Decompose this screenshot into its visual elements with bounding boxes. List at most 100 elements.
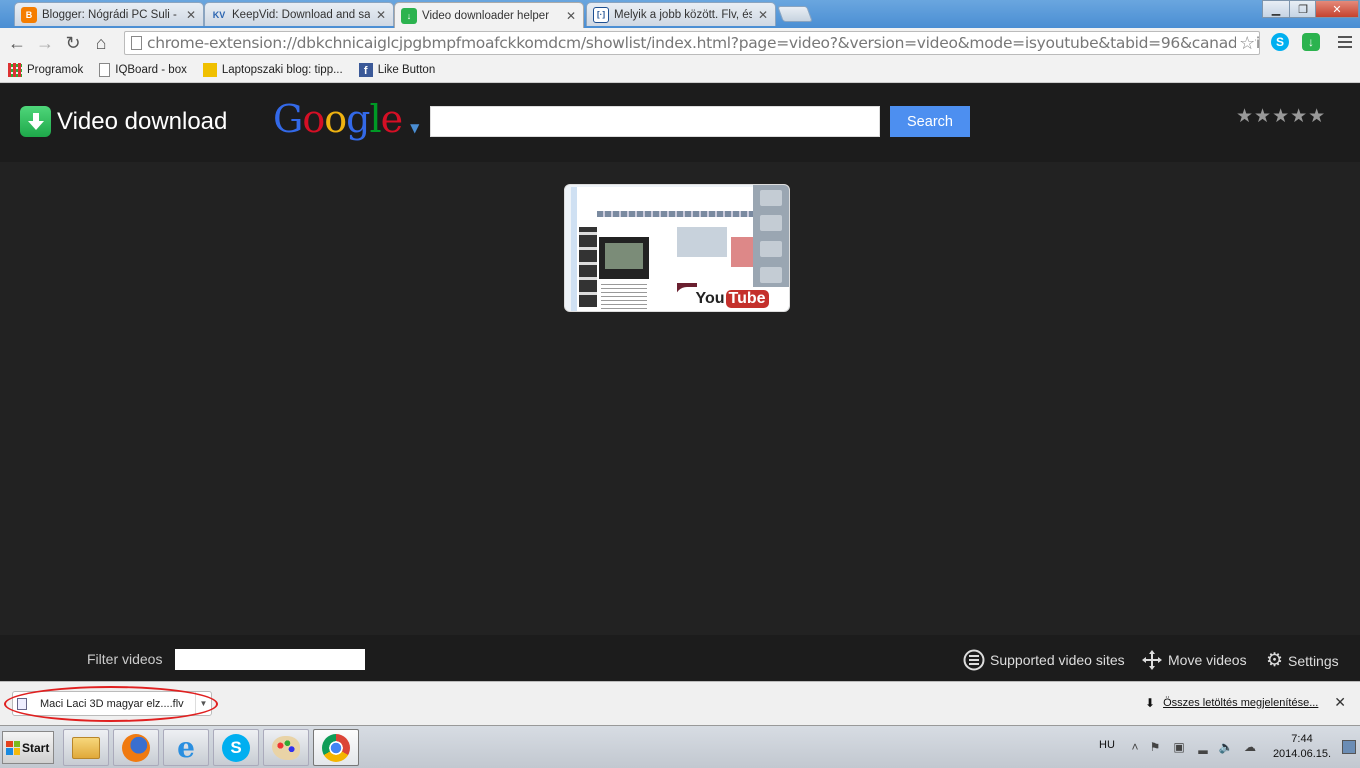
bookmark-like-button[interactable]: f Like Button bbox=[358, 63, 436, 77]
move-videos-link[interactable]: Move videos bbox=[1141, 649, 1247, 671]
action-center-flag-icon[interactable]: ⚑ bbox=[1148, 740, 1162, 754]
bracket-icon: [·] bbox=[593, 6, 609, 23]
show-all-downloads-label: Összes letöltés megjelenítése... bbox=[1163, 697, 1319, 709]
youtube-logo: You Tube bbox=[675, 287, 789, 311]
forward-arrow-icon[interactable]: → bbox=[31, 29, 59, 57]
taskbar: Start e S HU ˄ ⚑ ▣ ▂ 🔈 ☁ 7:44 2014.06.15… bbox=[0, 725, 1360, 768]
google-letter: e bbox=[380, 97, 403, 141]
keepvid-icon: KV bbox=[212, 9, 226, 20]
bookmarks-bar: Programok IQBoard - box Laptopszaki blog… bbox=[0, 58, 1360, 83]
show-all-downloads-link[interactable]: ⬇ Összes letöltés megjelenítése... bbox=[1145, 696, 1318, 710]
download-icon: ⬇ bbox=[1145, 696, 1156, 710]
close-icon[interactable]: ✕ bbox=[185, 8, 197, 22]
start-label: Start bbox=[22, 740, 50, 755]
file-explorer-icon[interactable] bbox=[63, 729, 109, 766]
back-arrow-icon[interactable]: ← bbox=[3, 29, 31, 57]
tab-title: Melyik a jobb között. Flv, és bbox=[614, 8, 752, 21]
search-button[interactable]: Search bbox=[890, 106, 970, 137]
bookmark-label: Like Button bbox=[377, 64, 436, 76]
extension-page: Video download Google ▼ Search ★★★★★ You… bbox=[0, 84, 1360, 681]
bookmark-iqboard[interactable]: IQBoard - box bbox=[99, 63, 187, 77]
internet-explorer-icon[interactable]: e bbox=[163, 729, 209, 766]
page-icon bbox=[131, 36, 142, 50]
new-tab-button[interactable] bbox=[777, 6, 813, 22]
highlight-annotation bbox=[4, 686, 218, 722]
bookmark-laptopszaki[interactable]: Laptopszaki blog: tipp... bbox=[202, 63, 343, 77]
tab-title: KeepVid: Download and save bbox=[232, 8, 370, 21]
settings-link[interactable]: ⚙ Settings bbox=[1266, 649, 1339, 672]
close-icon[interactable]: ✕ bbox=[375, 8, 387, 22]
close-icon[interactable]: ✕ bbox=[565, 9, 577, 23]
clock[interactable]: 7:44 2014.06.15. bbox=[1272, 732, 1332, 762]
cloud-drive-icon[interactable]: ☁ bbox=[1243, 740, 1257, 754]
home-icon[interactable]: ⌂ bbox=[87, 29, 115, 57]
browser-toolbar: ← → ↻ ⌂ chrome-extension://dbkchnicaiglc… bbox=[0, 28, 1360, 58]
filter-videos-input[interactable] bbox=[175, 649, 365, 670]
skype-extension-icon[interactable]: S bbox=[1271, 33, 1289, 51]
search-input[interactable] bbox=[430, 106, 880, 137]
supported-video-sites-link[interactable]: Supported video sites bbox=[963, 649, 1125, 671]
bookmark-label: Laptopszaki blog: tipp... bbox=[221, 64, 343, 76]
maximize-button[interactable]: ❐ bbox=[1289, 0, 1317, 18]
filter-videos-label: Filter videos bbox=[87, 651, 163, 667]
device-icon[interactable]: ▣ bbox=[1172, 740, 1186, 754]
google-letter: g bbox=[346, 97, 370, 141]
brand: Video download bbox=[20, 106, 227, 137]
blogger-icon: B bbox=[21, 6, 37, 23]
page-header: Video download Google ▼ Search ★★★★★ bbox=[0, 84, 1360, 162]
tab-melyik[interactable]: [·] Melyik a jobb között. Flv, és ✕ bbox=[586, 2, 776, 26]
bookmark-star-icon[interactable]: ☆ bbox=[1236, 33, 1255, 54]
video-thumbnail[interactable]: You Tube bbox=[564, 184, 790, 312]
google-letter: o bbox=[324, 97, 347, 141]
url-text: chrome-extension://dbkchnicaiglcjpgbmpfm… bbox=[147, 34, 1260, 52]
tab-keepvid[interactable]: KV KeepVid: Download and save ✕ bbox=[204, 2, 394, 26]
gear-icon: ⚙ bbox=[1266, 650, 1284, 671]
star-icon[interactable]: ★★★★★ bbox=[1236, 105, 1326, 128]
close-icon[interactable]: ✕ bbox=[1334, 694, 1346, 711]
youtube-logo-tube: Tube bbox=[725, 290, 769, 308]
lsz-icon bbox=[202, 63, 217, 77]
google-letter: l bbox=[369, 97, 381, 141]
paint-icon[interactable] bbox=[263, 729, 309, 766]
network-signal-icon[interactable]: ▂ bbox=[1196, 740, 1210, 754]
tab-video-downloader-helper[interactable]: ↓ Video downloader helper ✕ bbox=[394, 2, 584, 28]
minimize-button[interactable]: ▁ bbox=[1262, 0, 1290, 18]
download-arrow-icon: ↓ bbox=[401, 7, 417, 24]
firefox-icon[interactable] bbox=[113, 729, 159, 766]
tab-title: Video downloader helper bbox=[422, 9, 550, 22]
chevron-down-icon[interactable]: ▼ bbox=[410, 121, 419, 135]
bookmark-programok[interactable]: Programok bbox=[8, 63, 83, 77]
clock-date: 2014.06.15. bbox=[1272, 748, 1332, 760]
page-icon bbox=[99, 63, 111, 77]
list-circle-icon bbox=[963, 649, 985, 671]
bookmark-label: Programok bbox=[27, 64, 84, 76]
tab-title: Blogger: Nógrádi PC Suli - Be bbox=[42, 8, 180, 21]
chevron-up-icon[interactable]: ˄ bbox=[1128, 740, 1142, 754]
bookmark-label: IQBoard - box bbox=[115, 64, 187, 76]
facebook-icon: f bbox=[358, 63, 373, 77]
rating-stars[interactable]: ★★★★★ bbox=[1236, 105, 1326, 128]
google-logo[interactable]: Google ▼ bbox=[273, 97, 419, 141]
window-close-button[interactable]: ✕ bbox=[1315, 0, 1359, 18]
google-wordmark: Google bbox=[273, 97, 403, 141]
skype-icon[interactable]: S bbox=[213, 729, 259, 766]
chrome-menu-icon[interactable] bbox=[1338, 34, 1352, 50]
tab-blogger[interactable]: B Blogger: Nógrádi PC Suli - Be ✕ bbox=[14, 2, 204, 26]
start-button[interactable]: Start bbox=[2, 731, 54, 764]
volume-icon[interactable]: 🔈 bbox=[1219, 740, 1234, 754]
windows-logo-icon bbox=[6, 740, 20, 755]
move-videos-label: Move videos bbox=[1168, 652, 1247, 668]
show-desktop-button[interactable] bbox=[1342, 740, 1356, 754]
close-icon[interactable]: ✕ bbox=[757, 8, 769, 22]
download-arrow-icon bbox=[20, 106, 51, 137]
clock-time: 7:44 bbox=[1291, 733, 1313, 745]
language-indicator[interactable]: HU bbox=[1099, 739, 1115, 751]
settings-label: Settings bbox=[1288, 652, 1339, 669]
address-bar[interactable]: chrome-extension://dbkchnicaiglcjpgbmpfm… bbox=[124, 31, 1260, 55]
move-arrows-icon bbox=[1142, 650, 1162, 670]
google-letter: G bbox=[273, 97, 303, 141]
brand-title: Video download bbox=[57, 107, 228, 135]
reload-icon[interactable]: ↻ bbox=[59, 29, 87, 57]
video-downloader-extension-icon[interactable]: ↓ bbox=[1302, 33, 1320, 51]
chrome-icon[interactable] bbox=[313, 729, 359, 766]
